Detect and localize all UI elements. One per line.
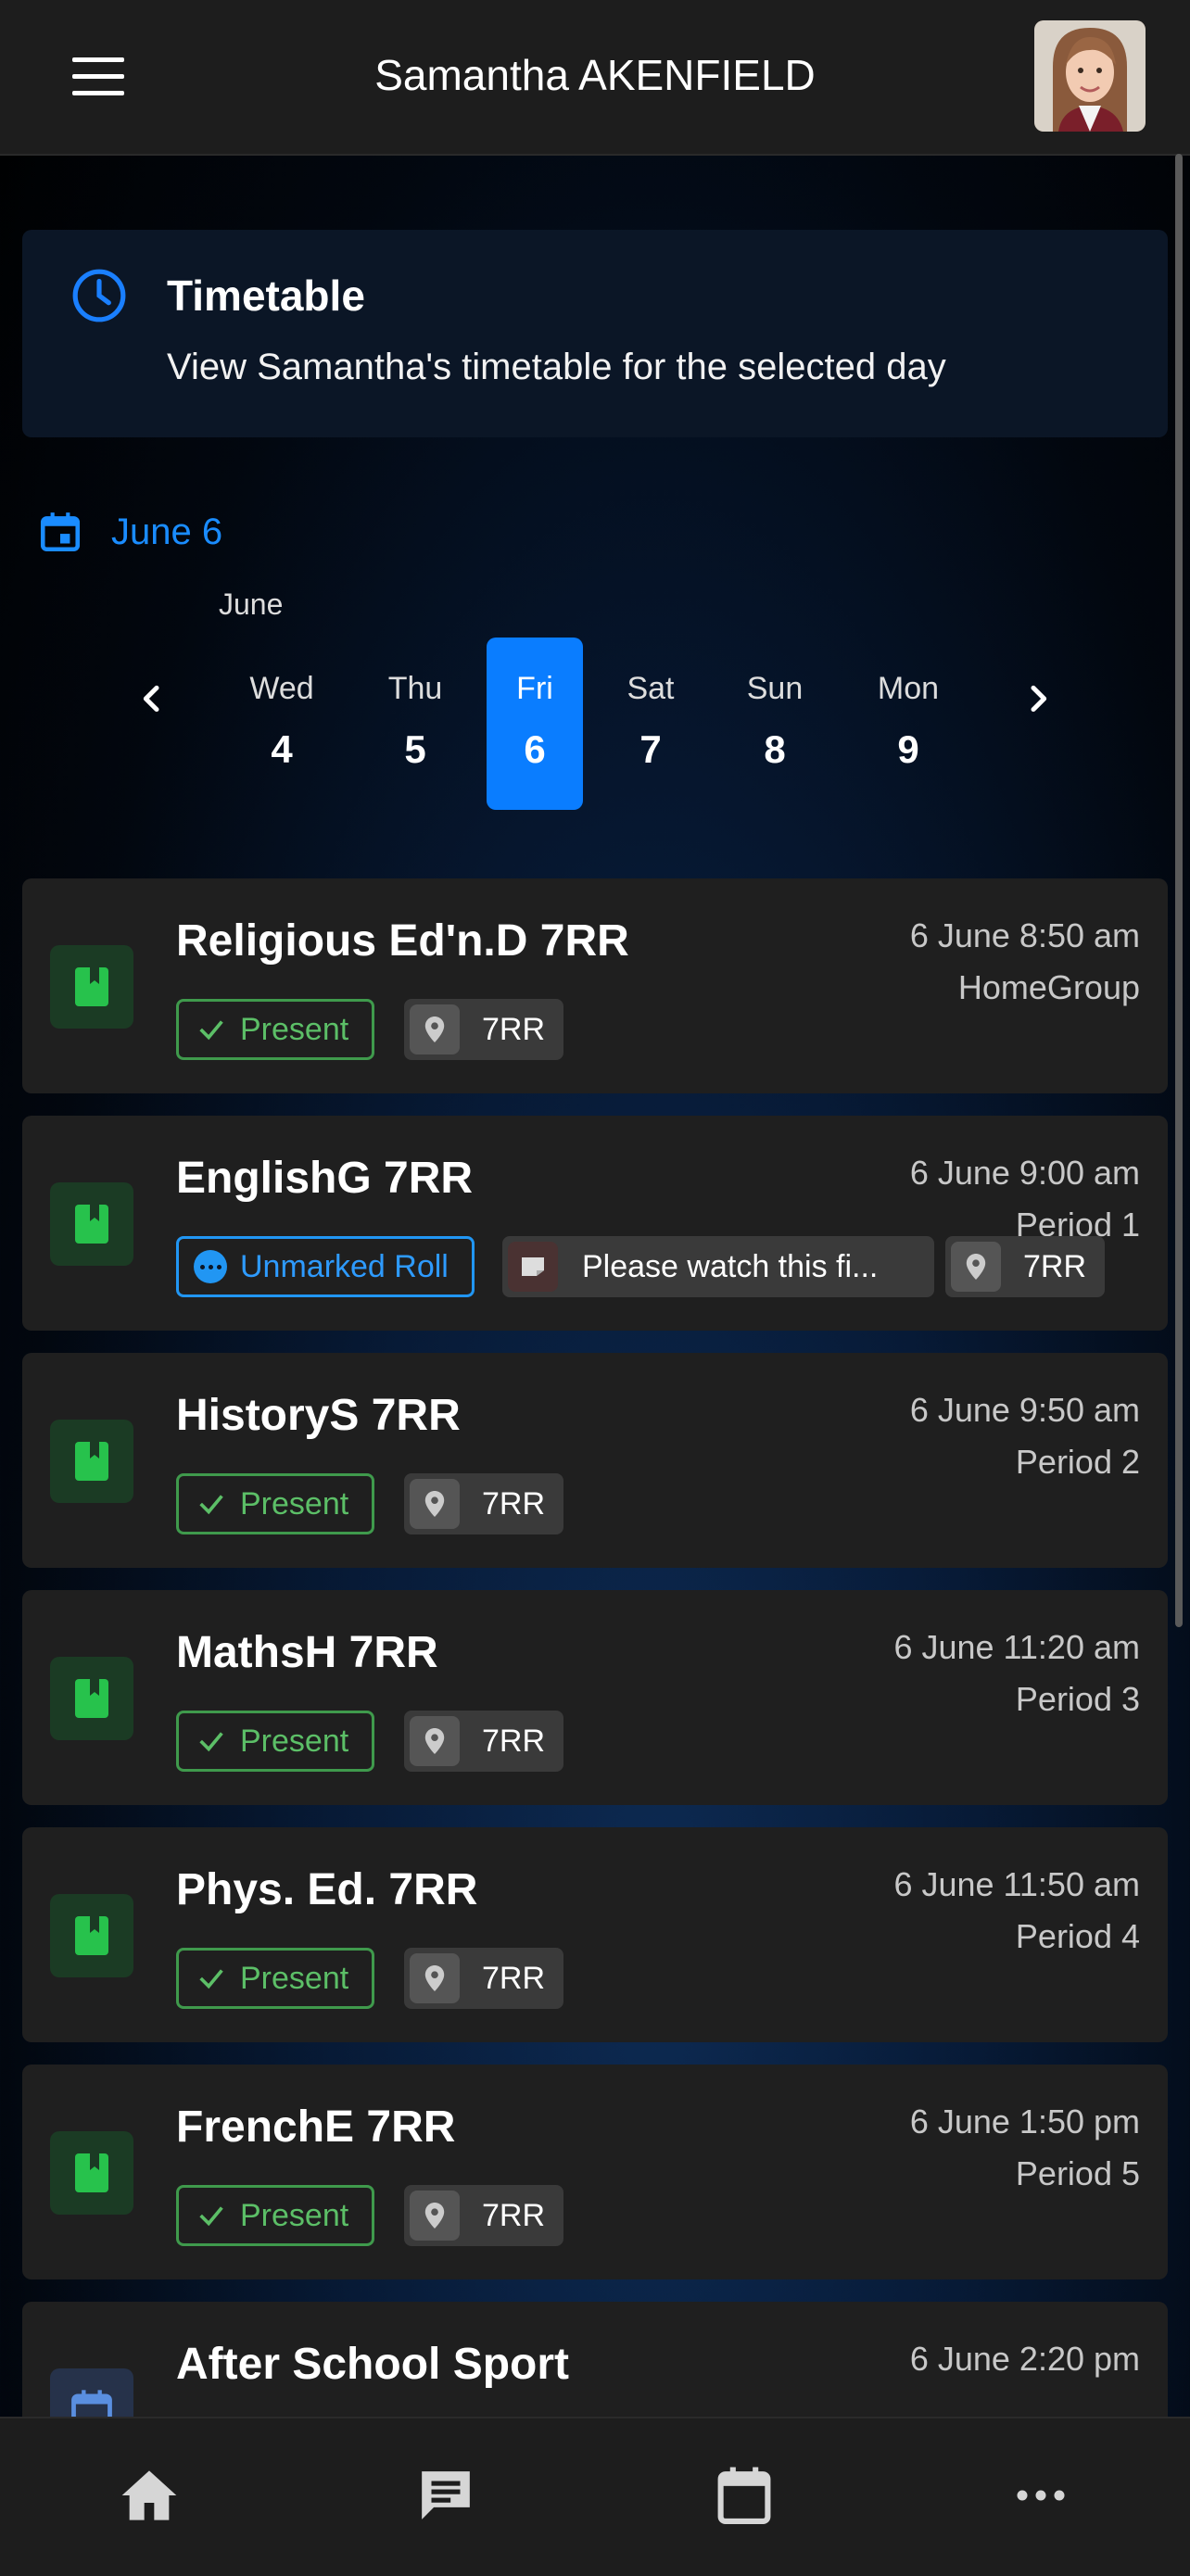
check-icon	[199, 1020, 223, 1041]
book-icon	[50, 1420, 133, 1503]
location-pin-icon	[410, 1004, 460, 1054]
month-label: June	[219, 587, 284, 621]
location-pin-icon	[410, 1479, 460, 1529]
day-sun[interactable]: Sun 8	[727, 638, 823, 810]
day-thu[interactable]: Thu 5	[367, 638, 463, 810]
banner-subtitle: View Samantha's timetable for the select…	[167, 347, 946, 387]
selected-date-header[interactable]: June 6	[37, 508, 222, 556]
attendance-unmarked-badge: Unmarked Roll	[176, 1236, 475, 1297]
event-title: After School Sport	[176, 2340, 570, 2389]
class-card[interactable]: FrenchE 7RR 6 June 1:50 pm Period 5 Pres…	[22, 2065, 1168, 2279]
class-time: 6 June 1:50 pm Period 5	[909, 2102, 1140, 2192]
room-chip[interactable]: 7RR	[404, 1711, 563, 1772]
day-date: 8	[764, 727, 786, 771]
room-chip[interactable]: 7RR	[404, 1948, 563, 2009]
day-name: Thu	[387, 671, 443, 706]
attendance-present-badge: Present	[176, 1948, 374, 2009]
check-icon	[199, 1495, 223, 1515]
timetable-banner: Timetable View Samantha's timetable for …	[22, 230, 1168, 437]
day-date: 9	[897, 727, 919, 771]
student-avatar[interactable]	[1034, 20, 1146, 132]
book-icon	[50, 1894, 133, 1977]
check-icon	[199, 1969, 223, 1989]
class-card[interactable]: Phys. Ed. 7RR 6 June 11:50 am Period 4 P…	[22, 1827, 1168, 2042]
book-icon	[50, 1657, 133, 1740]
location-pin-icon	[410, 1716, 460, 1766]
book-icon	[50, 2131, 133, 2215]
attendance-present-badge: Present	[176, 999, 374, 1060]
day-mon[interactable]: Mon 9	[860, 638, 956, 810]
class-card[interactable]: MathsH 7RR 6 June 11:20 am Period 3 Pres…	[22, 1590, 1168, 1805]
location-pin-icon	[410, 2191, 460, 2241]
day-date: 7	[639, 727, 662, 771]
room-chip[interactable]: 7RR	[404, 999, 563, 1060]
more-dots-icon	[194, 1250, 227, 1283]
attendance-present-badge: Present	[176, 2185, 374, 2246]
note-icon	[508, 1242, 558, 1292]
day-name: Sun	[746, 671, 804, 706]
day-name: Sat	[627, 671, 675, 706]
class-subject: HistoryS 7RR	[176, 1391, 461, 1440]
clock-icon	[72, 269, 126, 322]
banner-title: Timetable	[167, 271, 365, 320]
student-name-title: Samantha AKENFIELD	[374, 51, 816, 99]
location-pin-icon	[410, 1953, 460, 2003]
selected-date-label: June 6	[111, 511, 223, 552]
class-time: 6 June 9:50 am Period 2	[909, 1391, 1140, 1481]
check-icon	[199, 2206, 223, 2227]
check-icon	[199, 1732, 223, 1752]
day-date: 5	[404, 727, 426, 771]
location-pin-icon	[951, 1242, 1001, 1292]
room-chip[interactable]: 7RR	[404, 1473, 563, 1534]
message-icon[interactable]	[413, 2463, 478, 2528]
attendance-present-badge: Present	[176, 1711, 374, 1772]
day-wed[interactable]: Wed 4	[234, 638, 330, 810]
class-card[interactable]: EnglishG 7RR 6 June 9:00 am Period 1 Unm…	[22, 1116, 1168, 1331]
homework-note-chip[interactable]: Please watch this fi...	[502, 1236, 934, 1297]
day-name: Fri	[516, 671, 553, 706]
day-name: Mon	[877, 671, 940, 706]
calendar-icon[interactable]	[712, 2463, 777, 2528]
class-time: 6 June 8:50 am HomeGroup	[909, 916, 1140, 1006]
more-icon[interactable]	[1008, 2463, 1073, 2528]
book-icon	[50, 1182, 133, 1266]
app-bar: Samantha AKENFIELD	[0, 0, 1190, 156]
class-card[interactable]: HistoryS 7RR 6 June 9:50 am Period 2 Pre…	[22, 1353, 1168, 1568]
bottom-navigation	[0, 2417, 1190, 2576]
day-sat[interactable]: Sat 7	[602, 638, 699, 810]
class-subject: MathsH 7RR	[176, 1628, 438, 1677]
calendar-icon	[40, 512, 81, 552]
attendance-present-badge: Present	[176, 1473, 374, 1534]
chevron-right-icon[interactable]	[1019, 676, 1057, 721]
class-time: 6 June 11:50 am Period 4	[893, 1865, 1140, 1955]
class-subject: Phys. Ed. 7RR	[176, 1865, 478, 1914]
day-date: 6	[524, 727, 546, 771]
chevron-left-icon[interactable]	[133, 676, 171, 721]
room-chip[interactable]: 7RR	[404, 2185, 563, 2246]
room-chip[interactable]: 7RR	[945, 1236, 1105, 1297]
class-subject: Religious Ed'n.D 7RR	[176, 916, 629, 966]
class-card[interactable]: Religious Ed'n.D 7RR 6 June 8:50 am Home…	[22, 878, 1168, 1093]
class-subject: FrenchE 7RR	[176, 2102, 456, 2152]
event-time: 6 June 2:20 pm	[909, 2340, 1140, 2378]
class-subject: EnglishG 7RR	[176, 1154, 474, 1203]
day-date: 4	[271, 727, 293, 771]
day-name: Wed	[249, 671, 314, 706]
day-fri-selected[interactable]: Fri 6	[487, 638, 583, 810]
class-time: 6 June 11:20 am Period 3	[893, 1628, 1140, 1718]
home-icon[interactable]	[117, 2463, 182, 2528]
book-icon	[50, 945, 133, 1029]
scrollbar[interactable]	[1175, 154, 1183, 1627]
